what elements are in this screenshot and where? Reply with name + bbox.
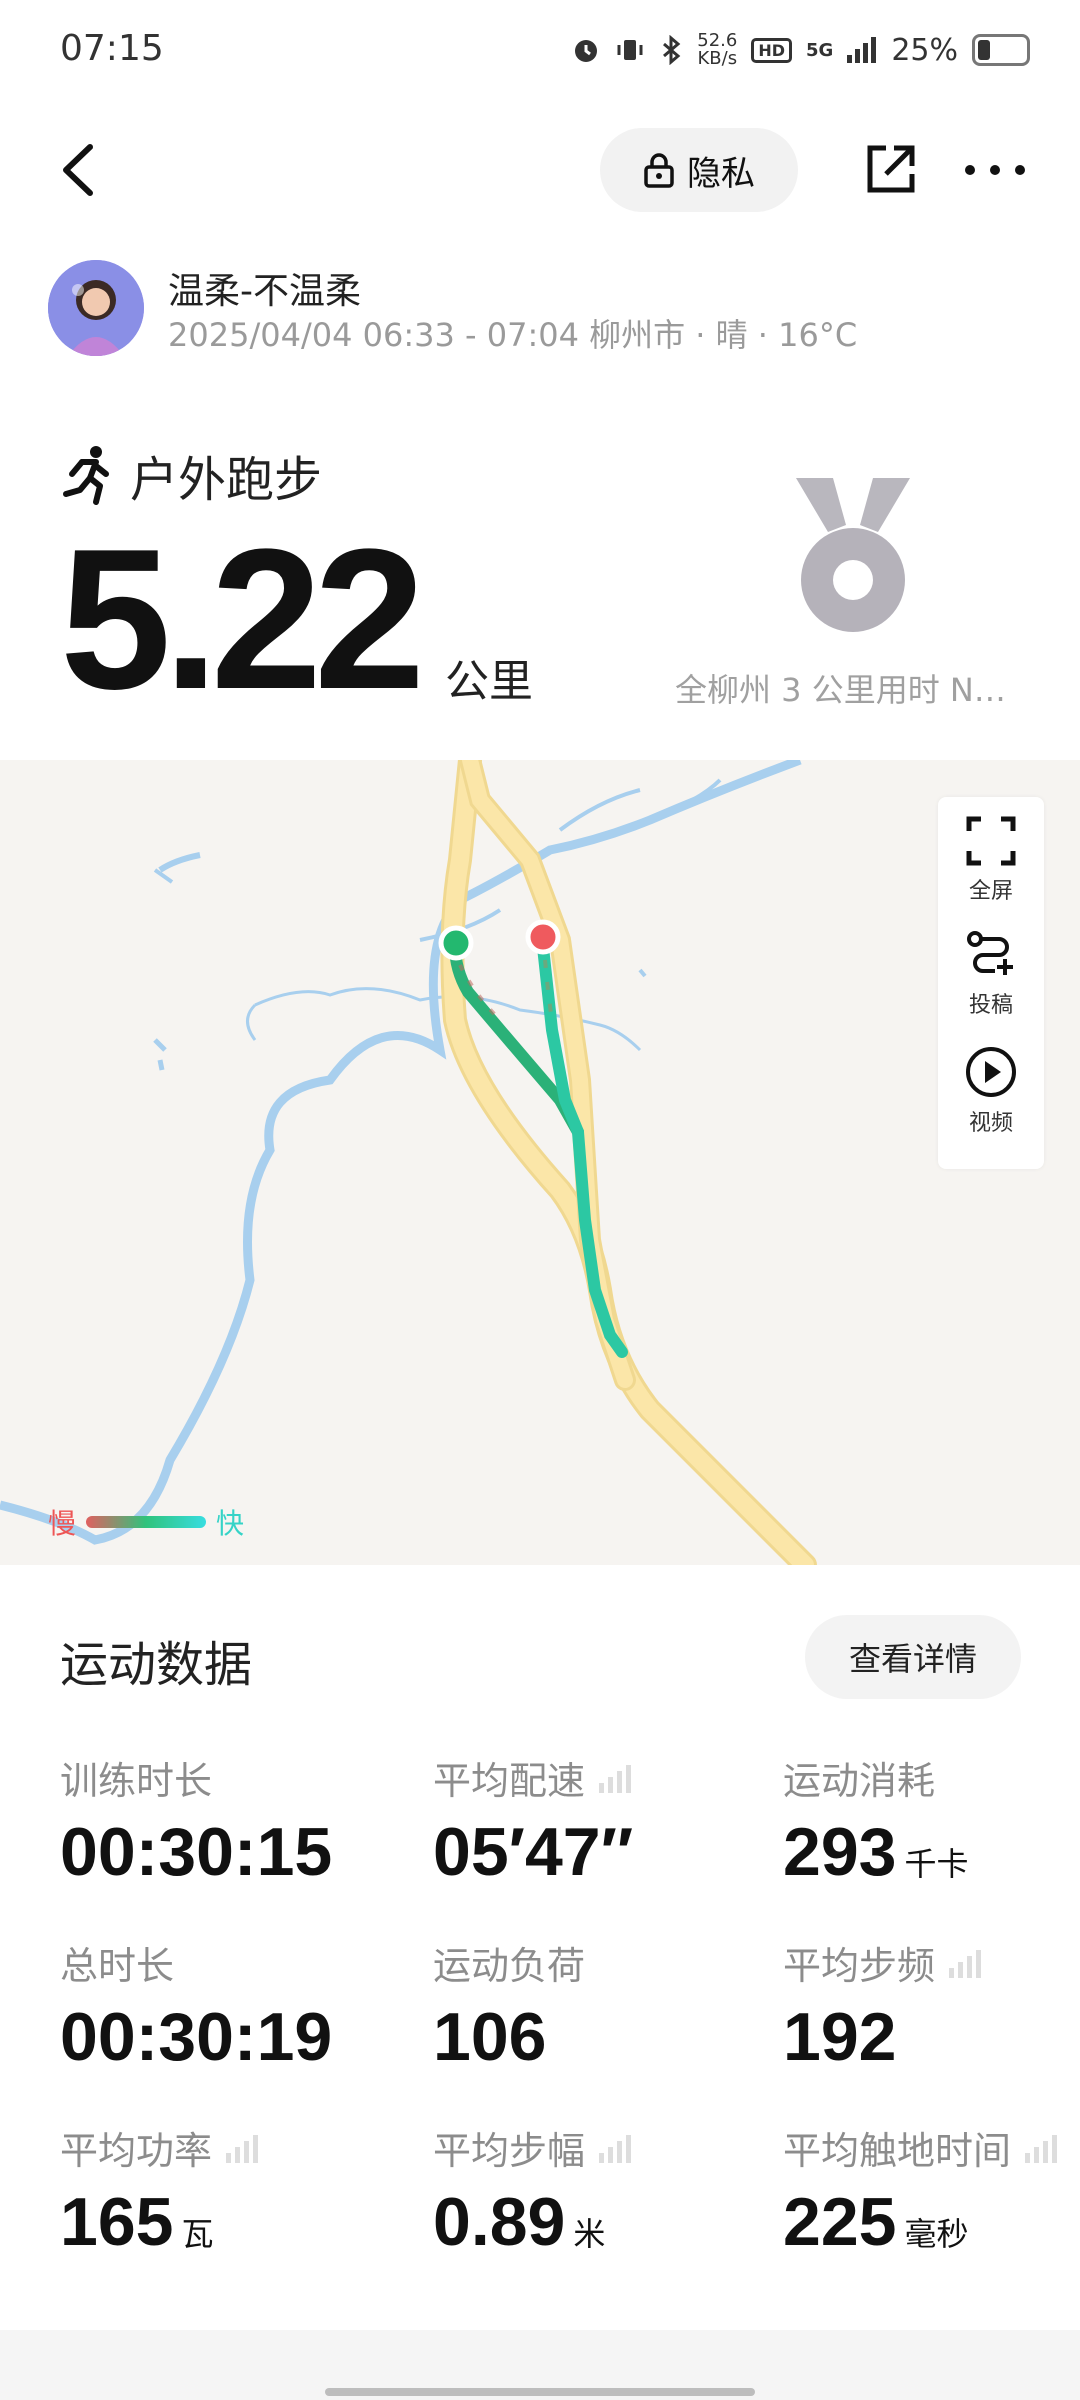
legend-slow: 慢 [48,1507,77,1540]
hd-badge: HD [751,37,792,63]
route-submit-button[interactable]: 投稿 [938,929,1044,1019]
metric-unit: 千卡 [904,1846,969,1882]
sport-type: 户外跑步 [60,440,322,510]
bluetooth-icon [663,35,681,65]
metric-value: 106 [433,1999,547,2075]
workout-meta: 2025/04/04 06:33 - 07:04 柳州市 · 晴 · 16°C [168,316,858,354]
route-end-marker [525,919,561,955]
metric-ground-contact[interactable]: 平均触地时间 225 毫秒 [783,2120,1073,2261]
trend-chart-icon [226,2134,259,2163]
video-label: 视频 [968,1111,1013,1136]
net-speed: 52.6 KB/s [697,30,738,69]
battery-icon [972,34,1030,66]
status-icons: 52.6 KB/s HD 5G 25% [571,32,1030,68]
avatar[interactable] [48,260,144,356]
route-start-marker [438,925,474,961]
metric-avg-stride[interactable]: 平均步幅 0.89 米 [433,2120,793,2261]
metric-unit: 瓦 [181,2216,214,2252]
share-icon[interactable] [860,140,920,200]
home-indicator[interactable] [325,2388,755,2396]
metric-label: 总时长 [60,1944,175,1988]
privacy-label: 隐私 [687,153,755,194]
sport-type-label: 户外跑步 [130,452,323,508]
map-canvas [0,760,817,1565]
view-details-button[interactable]: 查看详情 [805,1615,1021,1699]
metric-unit: 米 [573,2216,606,2252]
metric-calories: 运动消耗 293 千卡 [783,1750,1080,1891]
metric-value: 293 [783,1814,897,1890]
workout-stats: 运动数据 查看详情 训练时长 00:30:15 平均配速 05′47″ 运动消耗… [0,1565,1080,2330]
fullscreen-label: 全屏 [968,879,1013,904]
vibrate-icon [617,40,643,60]
lock-icon [644,153,674,188]
privacy-button[interactable]: 隐私 [600,128,798,212]
metric-label: 训练时长 [60,1759,213,1803]
metric-value: 00:30:15 [60,1814,333,1890]
medal-icon[interactable] [788,470,918,640]
map-tools-panel: 全屏 投稿 视频 [938,797,1044,1169]
metric-avg-pace[interactable]: 平均配速 05′47″ [433,1750,793,1891]
metric-value: 192 [783,1999,897,2075]
metric-value: 00:30:19 [60,1999,333,2075]
route-map[interactable] [0,760,1080,1565]
metric-value: 225 [783,2184,897,2260]
trend-chart-icon [949,1949,982,1978]
status-time: 07:15 [60,28,164,69]
signal-bars-icon [847,37,877,63]
metric-value: 0.89 [433,2184,566,2260]
metric-avg-cadence[interactable]: 平均步频 192 [783,1935,1080,2076]
metric-label: 平均步幅 [433,2129,586,2173]
legend-fast: 快 [216,1507,245,1540]
metric-value: 05′47″ [433,1814,634,1890]
metric-label: 平均功率 [60,2129,213,2173]
video-button[interactable]: 视频 [938,1045,1044,1137]
metric-training-time: 训练时长 00:30:15 [60,1750,420,1891]
speed-legend: 慢 快 [48,1502,244,1542]
stats-title: 运动数据 [60,1637,253,1693]
metric-label: 运动消耗 [783,1759,936,1803]
battery-percent: 25% [891,32,958,68]
metric-label: 平均步频 [783,1944,936,1988]
metric-training-load: 运动负荷 106 [433,1935,793,2076]
trend-chart-icon [1025,2134,1058,2163]
metric-label: 运动负荷 [433,1944,586,1988]
metric-value: 165 [60,2184,174,2260]
back-arrow-icon[interactable] [50,135,110,205]
route-submit-icon [967,931,1013,975]
fullscreen-icon [966,816,1016,866]
metric-label: 平均触地时间 [783,2129,1012,2173]
metric-label: 平均配速 [433,1759,586,1803]
fullscreen-button[interactable]: 全屏 [938,815,1044,905]
trend-chart-icon [599,2134,632,2163]
more-options-icon[interactable] [960,140,1030,200]
metric-total-time: 总时长 00:30:19 [60,1935,420,2076]
metric-unit: 毫秒 [904,2216,969,2252]
status-bar: 07:15 52.6 KB/s HD 5G 25% [0,0,1080,100]
metric-avg-power[interactable]: 平均功率 165 瓦 [60,2120,420,2261]
route-submit-label: 投稿 [968,993,1013,1018]
running-icon [63,446,109,505]
distance-unit: 公里 [445,656,533,707]
legend-gradient [86,1516,207,1528]
trend-chart-icon [599,1764,632,1793]
signal-label: 5G [806,39,834,61]
top-bar: 隐私 [0,120,1080,220]
alarm-icon [575,40,598,62]
play-video-icon [966,1047,1016,1097]
profile-row: 温柔-不温柔 2025/04/04 06:33 - 07:04 柳州市 · 晴 … [48,260,1048,360]
user-name: 温柔-不温柔 [168,271,361,312]
distance-value: 5.22 [60,508,425,731]
medal-caption[interactable]: 全柳州 3 公里用时 N… [675,665,1006,711]
